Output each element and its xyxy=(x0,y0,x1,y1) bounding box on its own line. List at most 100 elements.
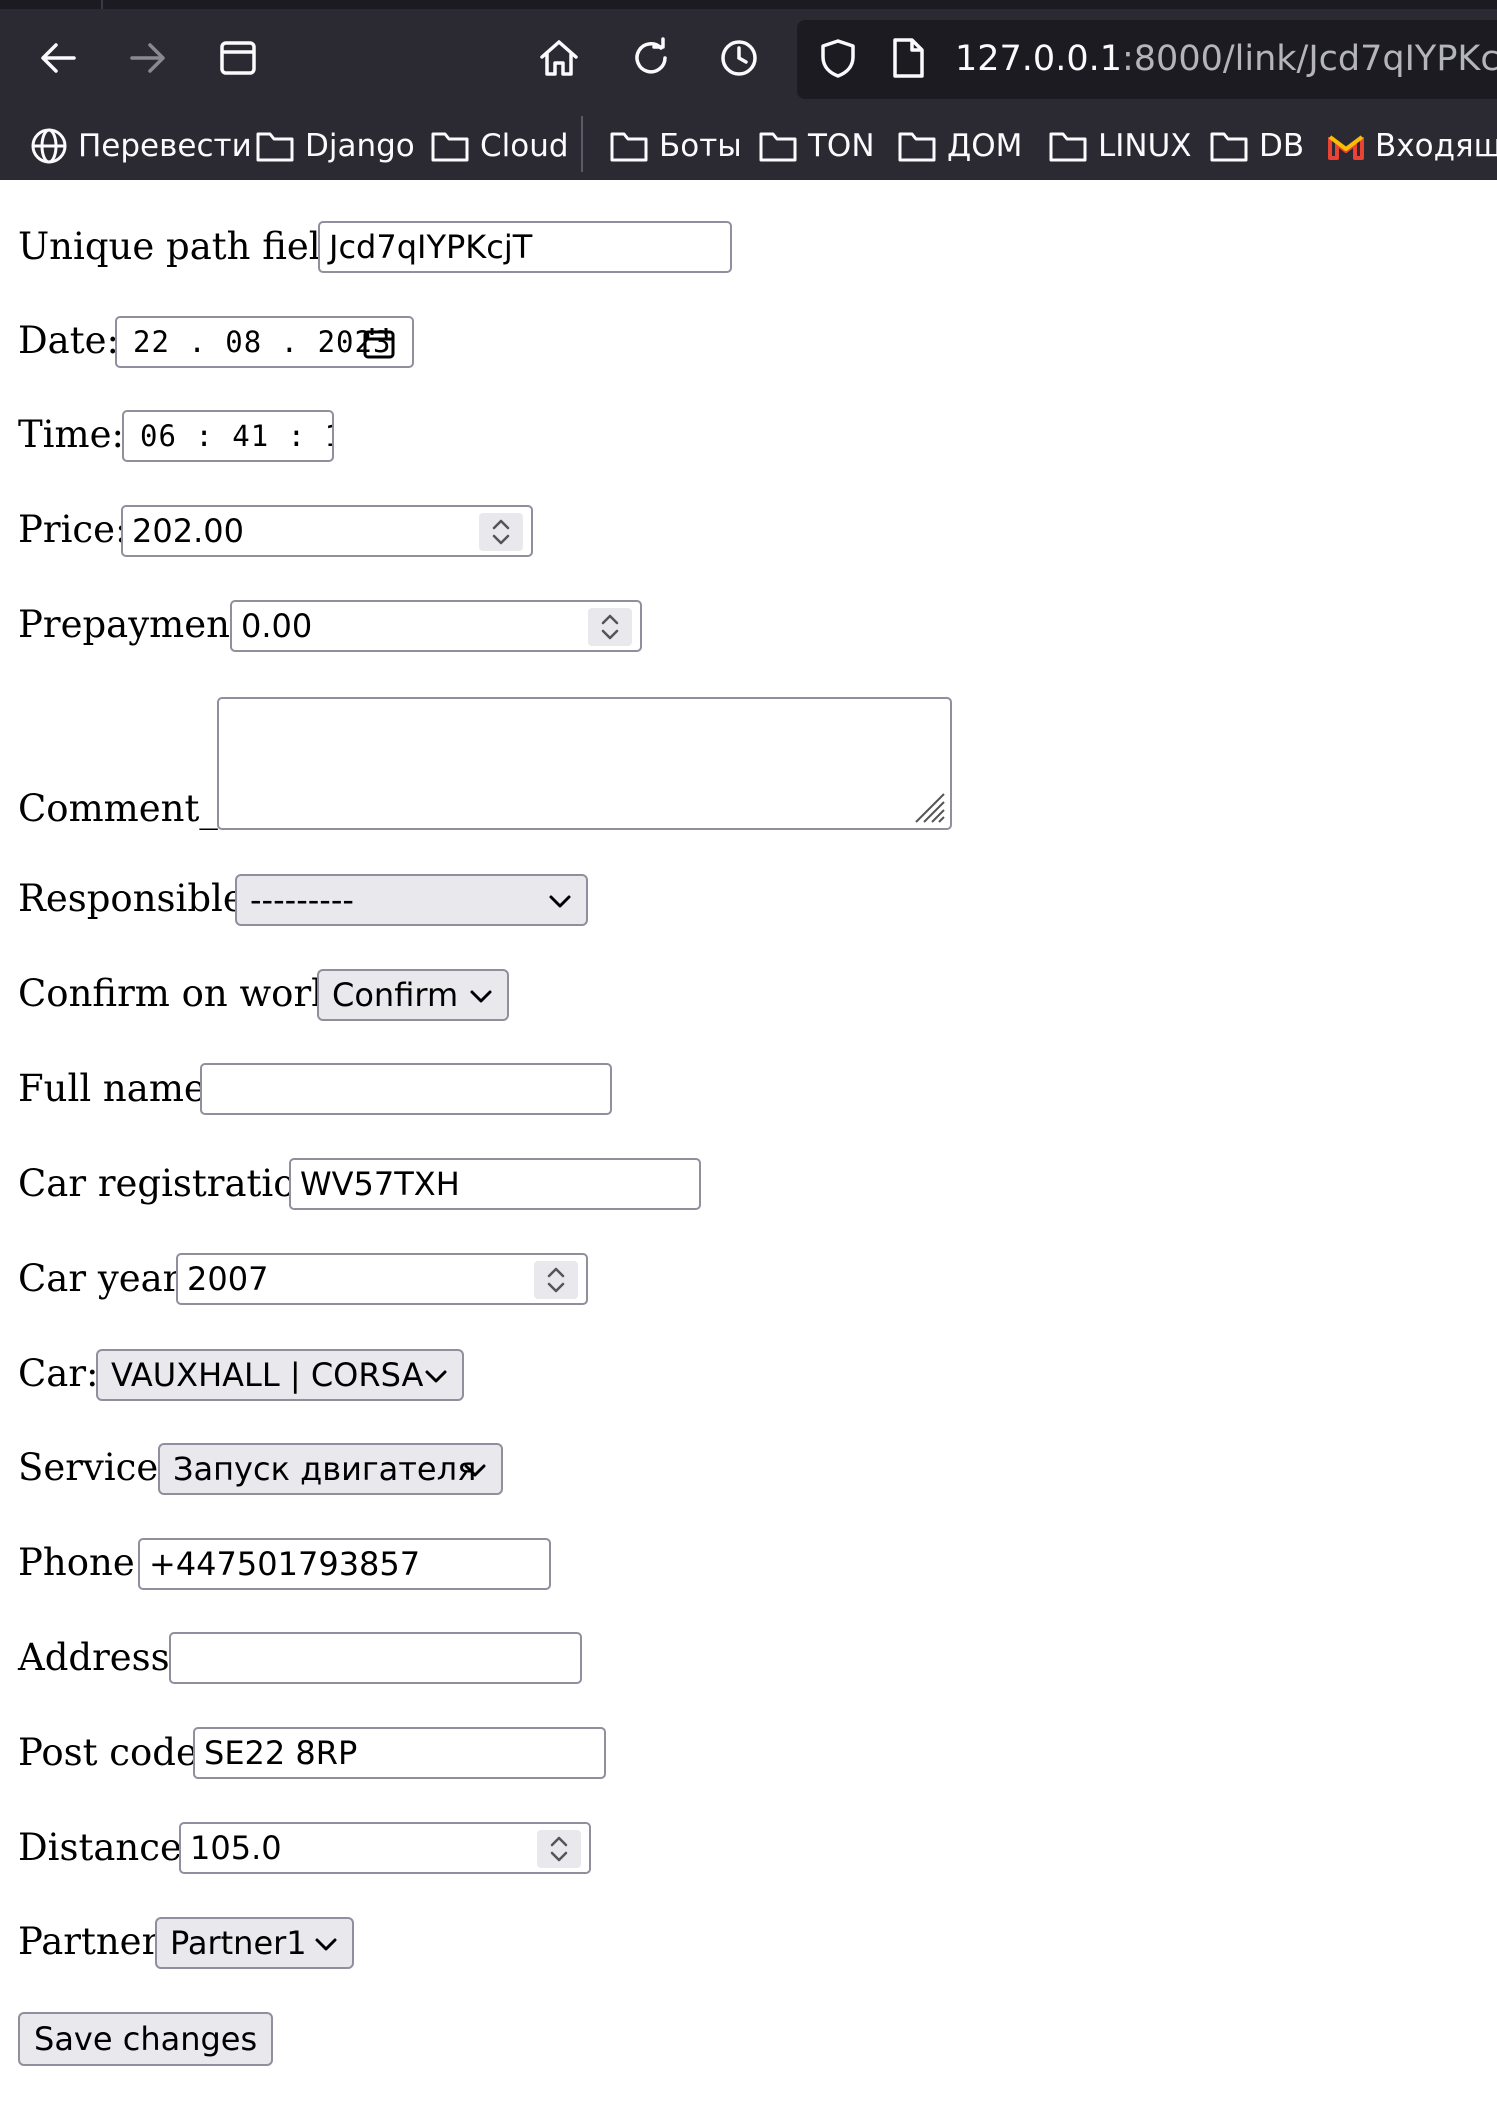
responsible-label: Responsible: xyxy=(18,877,258,920)
bookmark-translate[interactable]: Перевести xyxy=(30,122,252,170)
bookmark-label: Боты xyxy=(659,128,742,164)
url-text[interactable]: 127.0.0.1:8000/link/Jcd7qIYPKcjT/ xyxy=(955,36,1497,82)
folder-icon xyxy=(610,132,648,162)
distance-label: Distance: xyxy=(18,1826,195,1869)
chevron-down-icon xyxy=(549,895,571,908)
date-label: Date: xyxy=(18,319,119,362)
car-select[interactable]: VAUXHALL | CORSA xyxy=(96,1349,464,1401)
phone-label: Phone: xyxy=(18,1541,148,1584)
bookmark-boty[interactable]: Боты xyxy=(609,122,742,170)
reload-icon[interactable] xyxy=(625,32,677,84)
tab-strip-edge xyxy=(0,0,1497,9)
post-code-input[interactable]: SE22 8RP xyxy=(193,1727,606,1779)
bookmark-label: Входящи xyxy=(1375,128,1497,164)
date-value: 22 . 08 . 2023 xyxy=(133,325,392,359)
prepayment-value: 0.00 xyxy=(241,607,313,645)
unique-path-input[interactable]: Jcd7qIYPKcjT xyxy=(318,221,732,273)
prepayment-label: Prepayment: xyxy=(18,603,258,646)
car-year-input[interactable]: 2007 xyxy=(176,1253,588,1305)
car-year-spinner-icon[interactable] xyxy=(534,1261,578,1299)
partner-label: Partner: xyxy=(18,1920,172,1963)
car-year-value: 2007 xyxy=(187,1260,269,1298)
time-value: 06 : 41 : 18 xyxy=(140,419,332,453)
car-registration-label: Car registration: xyxy=(18,1162,332,1205)
comment-label: Comment_: xyxy=(18,787,231,830)
folder-icon xyxy=(256,132,294,162)
post-code-value: SE22 8RP xyxy=(204,1734,358,1772)
bookmark-linux[interactable]: LINUX xyxy=(1048,122,1192,170)
save-changes-button[interactable]: Save changes xyxy=(18,2012,274,2066)
unique-path-label: Unique path field: xyxy=(18,225,357,268)
bookmark-label: Cloud xyxy=(480,128,569,164)
phone-input[interactable]: +447501793857 xyxy=(138,1538,551,1590)
url-path: :8000/link/Jcd7qIYPKcjT/ xyxy=(1122,39,1497,79)
service-select[interactable]: Запуск двигателя xyxy=(158,1443,503,1495)
distance-spinner-icon[interactable] xyxy=(537,1830,581,1868)
price-spinner-icon[interactable] xyxy=(479,513,523,551)
bookmark-django[interactable]: Django xyxy=(255,122,415,170)
folder-icon xyxy=(1210,132,1248,162)
chevron-down-icon xyxy=(464,1464,486,1477)
tab-separator xyxy=(101,0,103,9)
bookmark-cloud[interactable]: Cloud xyxy=(430,122,569,170)
shield-icon[interactable] xyxy=(812,32,864,84)
confirm-on-work-value: Confirm xyxy=(332,976,459,1014)
url-host: 127.0.0.1 xyxy=(955,39,1122,79)
price-label: Price: xyxy=(18,508,128,551)
time-input[interactable]: 06 : 41 : 18 xyxy=(122,410,334,462)
bookmark-label: Перевести xyxy=(78,128,252,164)
bookmark-label: ДОМ xyxy=(947,128,1023,164)
car-value: VAUXHALL | CORSA xyxy=(111,1356,424,1394)
back-arrow-icon[interactable] xyxy=(32,32,84,84)
prepayment-input[interactable]: 0.00 xyxy=(230,600,642,652)
responsible-value: --------- xyxy=(250,881,354,919)
service-label: Service: xyxy=(18,1446,171,1489)
time-label: Time: xyxy=(18,413,124,456)
partner-select[interactable]: Partner1 xyxy=(155,1917,354,1969)
prepayment-spinner-icon[interactable] xyxy=(588,608,632,646)
price-value: 202.00 xyxy=(132,512,244,550)
bookmark-label: TON xyxy=(808,128,875,164)
comment-textarea[interactable] xyxy=(217,697,952,830)
car-label: Car: xyxy=(18,1352,99,1395)
bookmark-db[interactable]: DB xyxy=(1209,122,1304,170)
forward-arrow-icon[interactable] xyxy=(122,32,174,84)
bookmark-separator xyxy=(581,116,583,172)
bookmark-label: DB xyxy=(1259,128,1305,164)
folder-icon xyxy=(1049,132,1087,162)
browser-toolbar: 127.0.0.1:8000/link/Jcd7qIYPKcjT/ Переве… xyxy=(0,0,1497,180)
page-icon xyxy=(882,32,934,84)
chevron-down-icon xyxy=(315,1938,337,1951)
folder-icon xyxy=(898,132,936,162)
history-icon[interactable] xyxy=(713,32,765,84)
full-name-label: Full name: xyxy=(18,1067,219,1110)
globe-icon xyxy=(31,128,67,164)
distance-value: 105.0 xyxy=(190,1829,282,1867)
price-input[interactable]: 202.00 xyxy=(121,505,533,557)
confirm-on-work-select[interactable]: Confirm xyxy=(317,969,509,1021)
full-name-input[interactable] xyxy=(200,1063,612,1115)
address-input[interactable] xyxy=(169,1632,582,1684)
bookmark-inbox[interactable]: Входящи xyxy=(1327,122,1497,170)
gmail-icon xyxy=(1328,135,1364,160)
distance-input[interactable]: 105.0 xyxy=(179,1822,591,1874)
confirm-on-work-label: Confirm on work: xyxy=(18,972,347,1015)
responsible-select[interactable]: --------- xyxy=(235,874,588,926)
bookmark-label: LINUX xyxy=(1098,128,1192,164)
bookmark-label: Django xyxy=(305,128,415,164)
resize-grip-icon[interactable] xyxy=(908,786,946,824)
chevron-down-icon xyxy=(425,1370,447,1383)
folder-icon xyxy=(759,132,797,162)
date-input[interactable]: 22 . 08 . 2023 xyxy=(115,316,414,368)
bookmark-dom[interactable]: ДОМ xyxy=(897,122,1022,170)
bookmark-ton[interactable]: TON xyxy=(758,122,875,170)
car-registration-input[interactable]: WV57TXH xyxy=(289,1158,701,1210)
tabs-icon[interactable] xyxy=(212,32,264,84)
car-registration-value: WV57TXH xyxy=(300,1165,460,1203)
post-code-label: Post code: xyxy=(18,1731,211,1774)
chevron-down-icon xyxy=(470,990,492,1003)
home-icon[interactable] xyxy=(533,32,585,84)
phone-value: +447501793857 xyxy=(149,1545,421,1583)
address-label: Address: xyxy=(18,1636,183,1679)
calendar-icon[interactable] xyxy=(362,326,396,360)
